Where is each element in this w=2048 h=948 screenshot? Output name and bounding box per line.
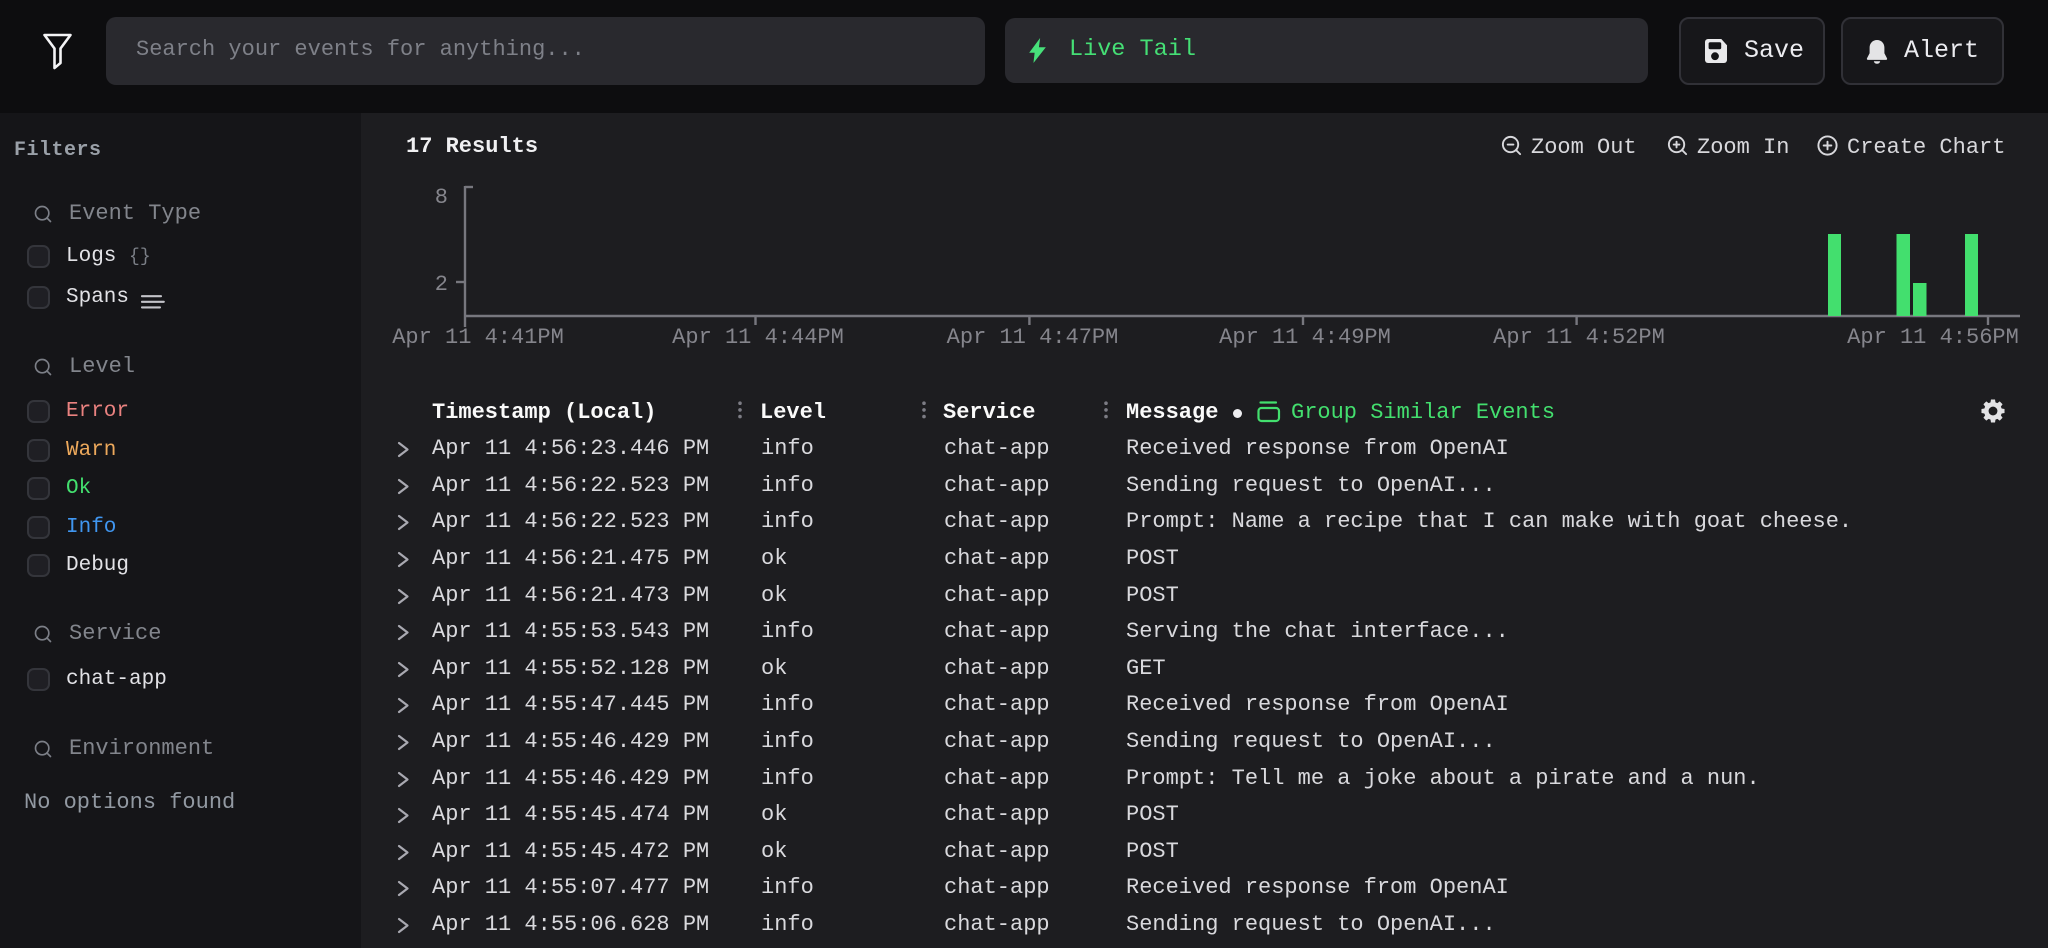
svg-text:Apr 11 4:52PM: Apr 11 4:52PM (1493, 325, 1665, 350)
svg-text:8: 8 (435, 185, 448, 210)
svg-text:Apr 11 4:56PM: Apr 11 4:56PM (1847, 325, 2019, 350)
svg-text:2: 2 (435, 272, 448, 297)
svg-text:Apr 11 4:44PM: Apr 11 4:44PM (672, 325, 844, 350)
svg-text:Apr 11 4:49PM: Apr 11 4:49PM (1219, 325, 1391, 350)
svg-text:Apr 11 4:47PM: Apr 11 4:47PM (947, 325, 1119, 350)
svg-text:Apr 11 4:41PM: Apr 11 4:41PM (392, 325, 564, 350)
